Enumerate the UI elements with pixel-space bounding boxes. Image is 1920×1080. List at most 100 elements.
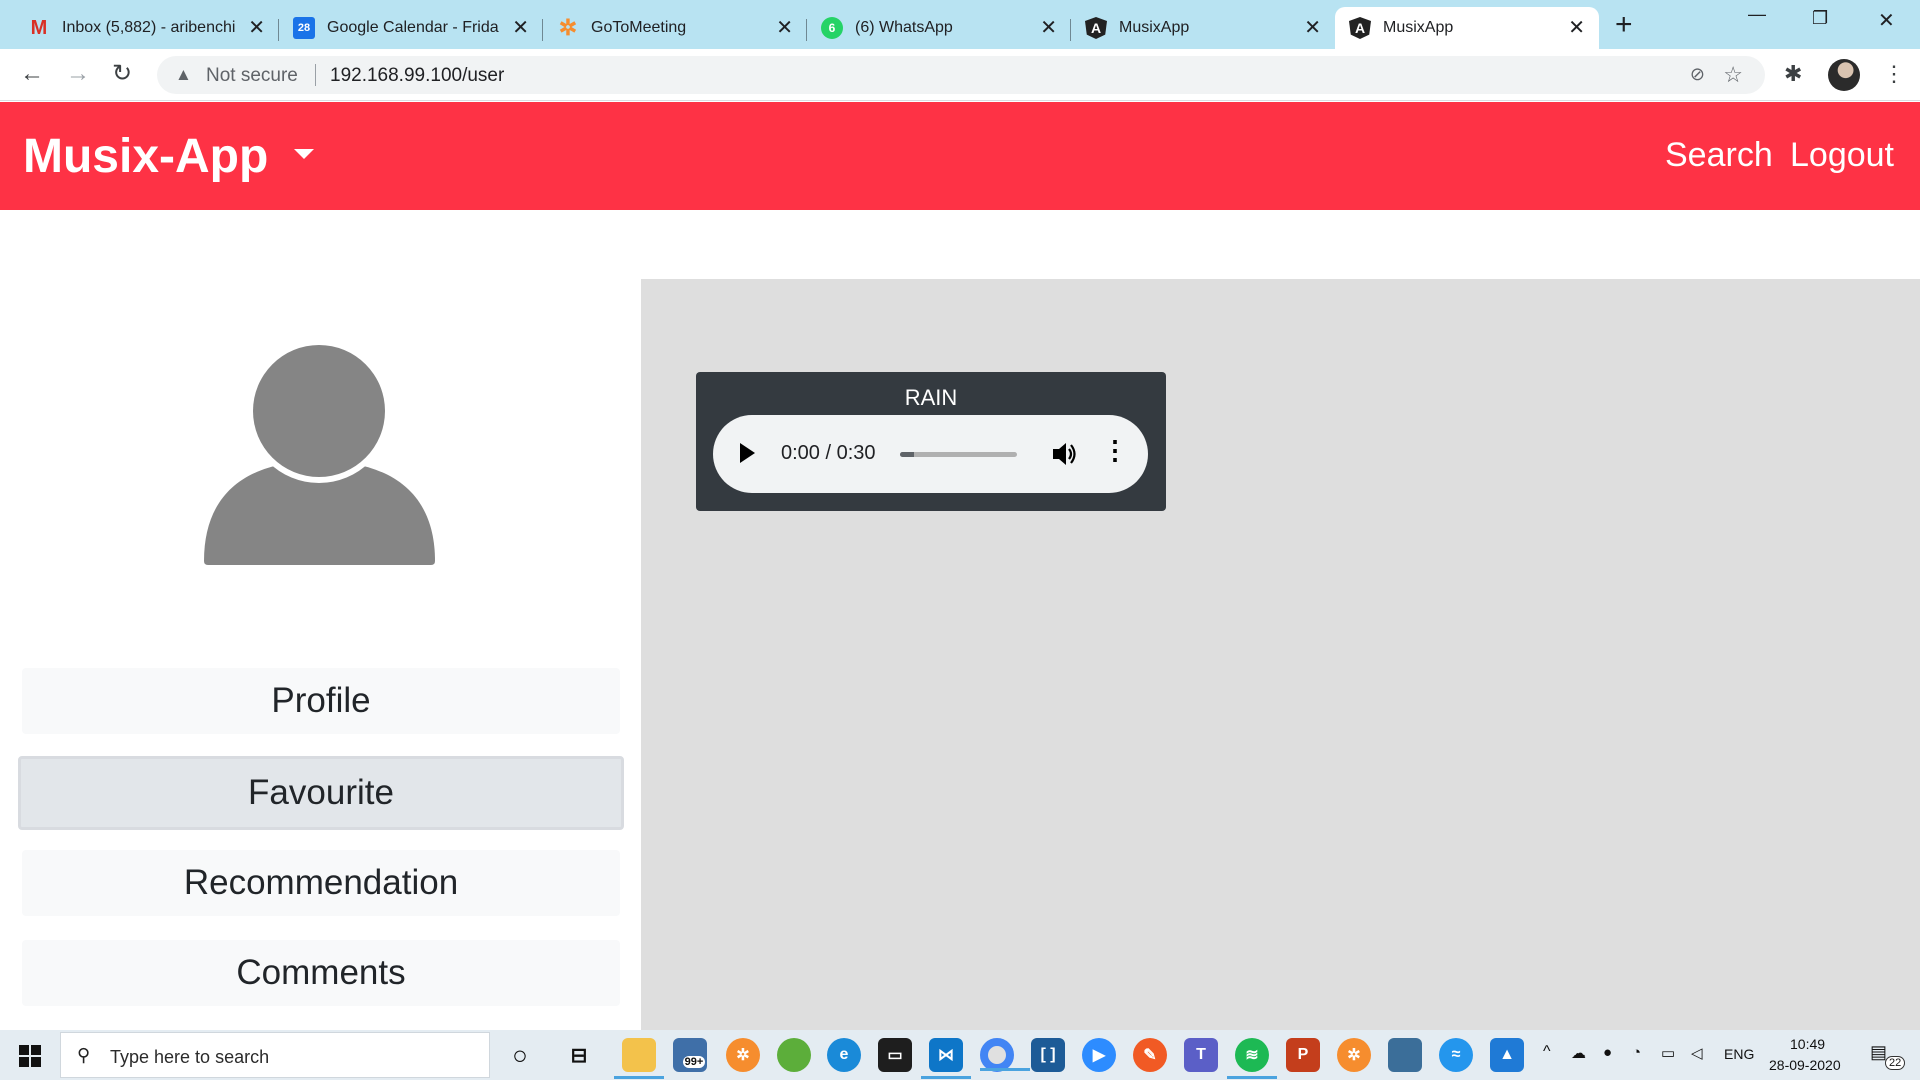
browser-tab-strip: M Inbox (5,882) - aribenchi ✕ 28 Google … [0,0,1920,49]
url-text[interactable]: 192.168.99.100/user [330,65,504,87]
speaker-icon[interactable]: ◁ [1691,1044,1703,1062]
gmail-icon: M [30,16,48,39]
audio-progress-fill [900,452,915,457]
back-arrow-icon[interactable]: ← [20,61,44,87]
tab-gmail[interactable]: M Inbox (5,882) - aribenchi ✕ [14,7,279,49]
search-icon: ⚲ [77,1045,91,1065]
notification-badge: 22 [1885,1056,1906,1070]
warning-icon[interactable]: ▲ [175,65,192,85]
task-view-icon[interactable]: ⊟ [562,1038,596,1072]
sidebar-item-comments[interactable]: Comments [22,940,620,1006]
windows-start-icon[interactable] [19,1045,41,1067]
tab-calendar[interactable]: 28 Google Calendar - Frida ✕ [279,7,543,49]
clock-time[interactable]: 10:49 [1790,1036,1825,1052]
wifi-icon[interactable]: ◔ [1632,1044,1641,1061]
docker-icon[interactable]: ≈ [1439,1038,1473,1072]
calendar-icon: 28 [293,17,315,39]
tab-musixapp[interactable]: A MusixApp ✕ [1071,7,1335,49]
clock-date[interactable]: 28-09-2020 [1769,1057,1841,1073]
postman-icon[interactable]: ✎ [1133,1038,1167,1072]
audio-time: 0:00 / 0:30 [781,442,876,464]
microphone-icon[interactable]: ● [1603,1044,1612,1061]
spring-tool-icon[interactable] [777,1038,811,1072]
tab-title: Google Calendar - Frida [327,19,499,36]
restore-icon[interactable]: ❐ [1812,8,1828,29]
window-close-icon[interactable]: ✕ [1878,8,1895,33]
close-icon[interactable]: ✕ [248,18,265,38]
search-link[interactable]: Search [1665,136,1773,175]
divider [315,64,316,86]
powerpoint-icon[interactable]: P [1286,1038,1320,1072]
tab-musixapp-active[interactable]: A MusixApp ✕ [1335,7,1599,49]
app-navbar: Musix-App Search Logout [0,102,1920,210]
whatsapp-icon: 6 [821,17,843,39]
puzzle-icon[interactable]: ✱ [1784,61,1802,87]
edge-icon[interactable]: e [827,1038,861,1072]
kebab-menu-icon[interactable]: ⋮ [1883,60,1905,88]
close-icon[interactable]: ✕ [512,18,529,38]
photos-icon[interactable]: ▲ [1490,1038,1524,1072]
taskbar-search-box[interactable]: ⚲ Type here to search [60,1032,490,1078]
mysql-workbench-icon[interactable] [1388,1038,1422,1072]
tab-title: (6) WhatsApp [855,19,953,36]
profile-avatar[interactable] [1828,59,1860,91]
language-indicator[interactable]: ENG [1724,1046,1754,1062]
tab-gotomeeting[interactable]: ✲ GoToMeeting ✕ [543,7,807,49]
windows-taskbar: ⚲ Type here to search ○ ⊟ 99+ ✲ e ▭ ⋈ [ … [0,1030,1920,1080]
gotomeeting-icon: ✲ [558,15,578,40]
new-tab-icon[interactable]: + [1615,10,1633,40]
user-avatar-icon [204,343,435,565]
close-icon[interactable]: ✕ [1040,18,1057,38]
close-icon[interactable]: ✕ [776,18,793,38]
song-card: RAIN 0:00 / 0:30 ⋮ [696,372,1166,511]
sidebar-item-favourite[interactable]: Favourite [18,756,624,830]
forward-arrow-icon[interactable]: → [66,61,90,87]
volume-icon[interactable] [1051,439,1077,469]
tab-title: MusixApp [1383,19,1454,36]
cortana-icon[interactable]: ○ [503,1038,537,1072]
tab-title: GoToMeeting [591,19,687,36]
mail-badge: 99+ [682,1056,706,1068]
caret-down-icon[interactable] [294,149,314,159]
sidebar-item-profile[interactable]: Profile [22,668,620,734]
tab-title: Inbox (5,882) - aribenchi [62,19,236,36]
battery-icon[interactable]: ▭ [1661,1044,1675,1062]
brackets-icon[interactable]: [ ] [1031,1038,1065,1072]
sidebar: Profile Favourite Recommendation Comment… [0,210,641,1030]
minimize-icon[interactable]: — [1748,4,1766,25]
onedrive-icon[interactable]: ☁ [1571,1044,1586,1062]
gotomeeting-app-icon[interactable]: ✲ [1337,1038,1371,1072]
eye-off-icon[interactable]: ⊘ [1690,64,1705,85]
song-title: RAIN [904,385,958,410]
play-icon[interactable] [740,443,755,463]
more-options-icon[interactable]: ⋮ [1102,437,1128,463]
address-bar[interactable]: ▲ Not secure 192.168.99.100/user ⊘ ☆ [157,56,1765,94]
tab-title: MusixApp [1119,19,1190,36]
audio-player: 0:00 / 0:30 ⋮ [713,415,1148,493]
browser-toolbar: ← → ↻ ▲ Not secure 192.168.99.100/user ⊘… [0,49,1920,101]
close-icon[interactable]: ✕ [1568,18,1585,38]
star-icon[interactable]: ☆ [1723,62,1743,88]
brand-title[interactable]: Musix-App [23,129,268,184]
vscode-icon[interactable]: ⋈ [921,1038,971,1079]
chevron-up-icon[interactable]: ^ [1543,1043,1551,1061]
angular-icon: A [1085,17,1107,39]
mail-icon[interactable]: 99+ [673,1038,707,1072]
teams-icon[interactable]: T [1184,1038,1218,1072]
reload-icon[interactable]: ↻ [112,61,132,87]
close-icon[interactable]: ✕ [1304,18,1321,38]
taskbar-search-placeholder: Type here to search [110,1047,270,1067]
zoom-icon[interactable]: ▶ [1082,1038,1116,1072]
angular-icon: A [1349,17,1371,39]
terminal-icon[interactable]: ▭ [878,1038,912,1072]
logout-link[interactable]: Logout [1790,136,1894,175]
audio-progress-slider[interactable] [900,452,1017,457]
favourites-panel: RAIN 0:00 / 0:30 ⋮ [641,279,1920,1030]
tab-whatsapp[interactable]: 6 (6) WhatsApp ✕ [807,7,1071,49]
chrome-icon[interactable] [980,1038,1030,1072]
file-explorer-icon[interactable] [614,1038,664,1079]
gotomeeting-app-icon[interactable]: ✲ [726,1038,760,1072]
security-label[interactable]: Not secure [206,65,298,87]
spotify-icon[interactable]: ≋ [1227,1038,1277,1079]
sidebar-item-recommendation[interactable]: Recommendation [22,850,620,916]
